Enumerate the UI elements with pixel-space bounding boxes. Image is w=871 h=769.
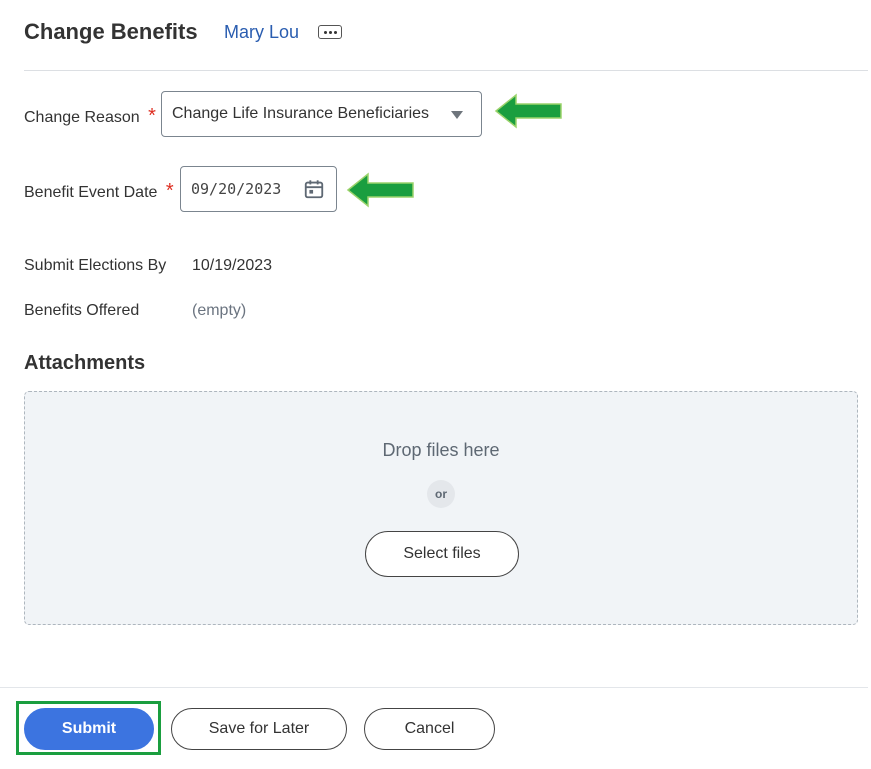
submit-elections-by-label: Submit Elections By [24, 257, 167, 274]
footer-divider [0, 687, 868, 688]
caret-down-icon[interactable] [451, 111, 463, 119]
ellipsis-icon[interactable] [318, 25, 342, 39]
benefit-event-date-label: Benefit Event Date [24, 184, 158, 201]
calendar-icon[interactable] [303, 178, 325, 200]
drop-files-text: Drop files here [382, 440, 500, 460]
file-dropzone[interactable]: Drop files here or Select files [24, 391, 858, 625]
required-marker: * [165, 180, 174, 202]
select-files-button[interactable]: Select files [365, 531, 519, 577]
dot [333, 30, 337, 34]
save-for-later-button[interactable]: Save for Later [171, 708, 347, 750]
change-reason-value: Change Life Insurance Beneficiaries [172, 105, 430, 122]
change-reason-label: Change Reason [24, 109, 140, 126]
submit-elections-by-value: 10/19/2023 [192, 257, 273, 274]
annotation-arrow-left-icon [346, 172, 414, 208]
submit-button[interactable]: Submit [24, 708, 154, 750]
benefits-offered-value: (empty) [192, 302, 247, 319]
header-divider [24, 70, 868, 71]
page-title: Change Benefits [24, 19, 198, 44]
benefit-event-date-value: 09/20/2023 [191, 180, 282, 198]
benefit-event-date-input[interactable]: 09/20/2023 [180, 166, 337, 212]
required-marker: * [148, 105, 156, 127]
benefit-event-date-label-row: Benefit Event Date * [24, 181, 174, 202]
benefits-offered-label: Benefits Offered [24, 302, 140, 319]
cancel-button[interactable]: Cancel [364, 708, 495, 750]
change-reason-select[interactable]: Change Life Insurance Beneficiaries [161, 91, 482, 137]
attachments-heading: Attachments [24, 352, 146, 374]
worker-name-link[interactable]: Mary Lou [224, 22, 299, 43]
dot [328, 30, 332, 34]
or-badge: or [427, 480, 455, 508]
dot [323, 30, 327, 34]
annotation-arrow-left-icon [494, 93, 562, 129]
change-reason-label-row: Change Reason * [24, 106, 156, 127]
